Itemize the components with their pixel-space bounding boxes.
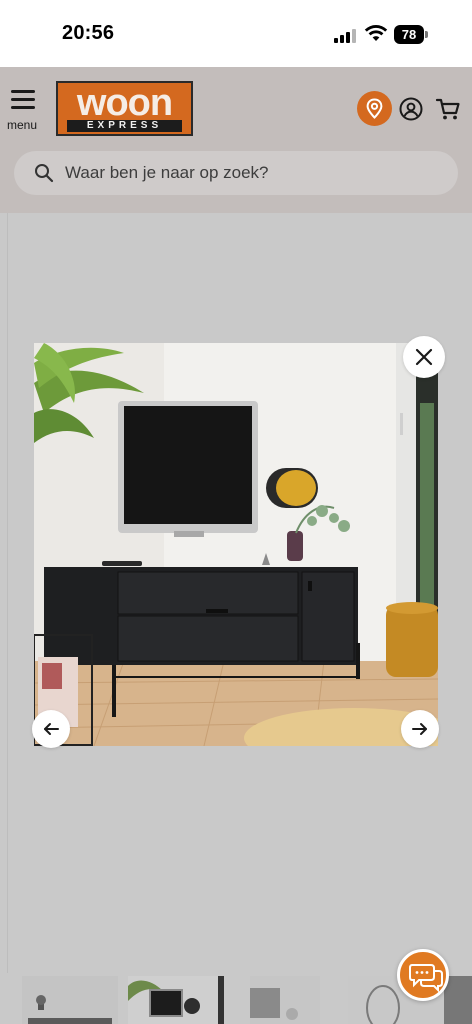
chat-button[interactable] xyxy=(397,949,449,1001)
previous-image-button[interactable] xyxy=(32,710,70,748)
thumbnail[interactable] xyxy=(22,976,118,1024)
product-photo[interactable] xyxy=(34,343,438,746)
search-icon xyxy=(35,164,54,183)
logo-word: woon xyxy=(76,82,173,124)
cellular-signal-icon xyxy=(334,27,358,43)
chat-bubbles-icon xyxy=(409,964,443,992)
store-locator-button[interactable] xyxy=(357,91,392,126)
search-bar[interactable]: Waar ben je naar op zoek? xyxy=(14,151,458,195)
tv-cabinet-photo xyxy=(34,343,438,746)
thumbnail[interactable] xyxy=(128,976,224,1024)
search-input[interactable]: Waar ben je naar op zoek? xyxy=(65,151,269,195)
arrow-left-icon xyxy=(44,723,59,735)
arrow-right-icon xyxy=(412,723,427,735)
content-divider xyxy=(7,213,8,973)
status-bar: 20:56 78 xyxy=(0,0,472,67)
account-icon[interactable] xyxy=(399,97,423,121)
next-image-button[interactable] xyxy=(401,710,439,748)
battery-icon: 78 xyxy=(394,25,428,44)
battery-level: 78 xyxy=(394,25,424,44)
logo-subtitle: EXPRESS xyxy=(67,120,182,132)
wifi-icon xyxy=(364,25,388,41)
thumbnail[interactable] xyxy=(250,976,320,1024)
cart-icon[interactable] xyxy=(435,96,461,122)
close-button[interactable] xyxy=(403,336,445,378)
woon-express-logo[interactable]: woon EXPRESS xyxy=(56,81,193,136)
close-icon xyxy=(415,348,433,366)
menu-label: menu xyxy=(6,118,38,132)
location-pin-icon xyxy=(366,98,383,119)
status-time: 20:56 xyxy=(62,22,115,44)
